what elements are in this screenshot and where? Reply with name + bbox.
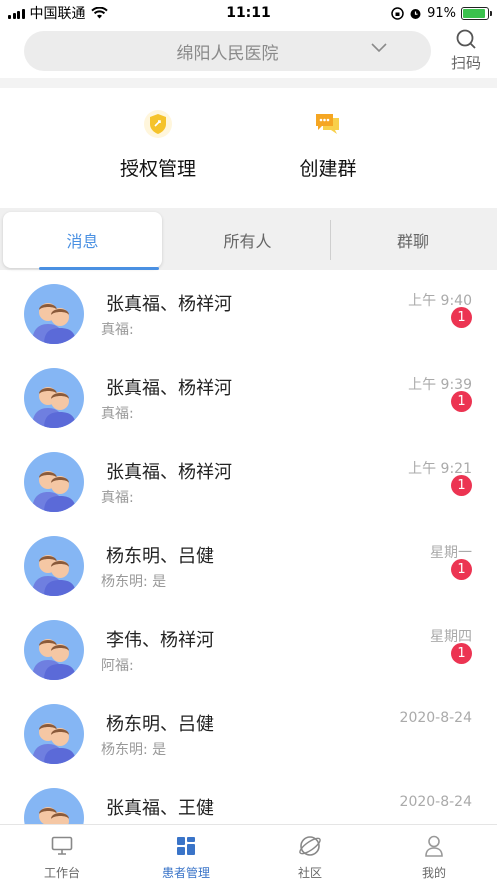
tab-all-people-label: 所有人 — [223, 232, 272, 251]
status-right: 91% — [391, 5, 492, 21]
nav-workbench-label: 工作台 — [43, 866, 80, 880]
unread-badge: 1 — [451, 475, 472, 496]
create-group-label: 创建群 — [299, 158, 357, 180]
carrier-label: 中国联通 — [29, 6, 86, 22]
conversation-row[interactable]: 张真福、杨祥河 真福: 上午 9:40 1 — [0, 272, 497, 356]
conversation-name: 李伟、杨祥河 — [106, 630, 214, 651]
avatar — [24, 452, 84, 512]
status-left: 中国联通 — [8, 3, 108, 23]
status-bar: 中国联通 11:11 91% — [0, 0, 497, 26]
scan-search-icon — [456, 29, 476, 49]
nav-mine[interactable]: 我的 — [384, 833, 484, 881]
conversation-name: 杨东明、吕健 — [106, 546, 214, 567]
avatar — [24, 284, 84, 344]
conversation-preview: 杨东明: 是 — [101, 742, 167, 758]
active-tab-indicator — [39, 267, 159, 270]
create-group-button[interactable]: 创建群 — [268, 108, 388, 181]
tab-group-chat-label: 群聊 — [396, 232, 429, 251]
conversation-time: 2020-8-24 — [399, 794, 472, 810]
tab-messages[interactable]: 消息 — [3, 212, 162, 268]
tab-all-people[interactable]: 所有人 — [165, 212, 330, 268]
auth-management-button[interactable]: 授权管理 — [98, 108, 218, 181]
tab-group-chat[interactable]: 群聊 — [331, 212, 495, 268]
battery-fill — [463, 8, 485, 18]
hospital-name: 绵阳人民医院 — [176, 43, 279, 64]
header: 绵阳人民医院 扫码 — [0, 28, 497, 78]
conversation-row[interactable]: 张真福、王健 2020-8-24 — [0, 776, 497, 824]
unread-badge: 1 — [451, 391, 472, 412]
conversation-list: 张真福、杨祥河 真福: 上午 9:40 1 张真福、杨祥河 真福: 上午 9:39 1 张真福、… — [0, 272, 497, 824]
unread-badge: 1 — [451, 643, 472, 664]
lock-rotation-icon — [391, 6, 404, 20]
alarm-icon — [410, 8, 421, 19]
conversation-preview: 真福: — [101, 406, 134, 422]
nav-patient-management[interactable]: 患者管理 — [136, 833, 236, 881]
nav-community-label: 社区 — [297, 866, 322, 880]
monitor-icon — [49, 833, 75, 859]
nav-community[interactable]: 社区 — [260, 833, 360, 881]
avatar — [24, 788, 84, 824]
bottom-nav: 工作台 患者管理 社区 我的 — [0, 824, 497, 883]
tab-bar: 消息 所有人 群聊 — [0, 208, 497, 270]
conversation-name: 杨东明、吕健 — [106, 714, 214, 735]
conversation-row[interactable]: 张真福、杨祥河 真福: 上午 9:21 1 — [0, 440, 497, 524]
hospital-select[interactable]: 绵阳人民医院 — [24, 31, 431, 71]
unread-badge: 1 — [451, 559, 472, 580]
conversation-name: 张真福、杨祥河 — [106, 378, 232, 399]
shield-icon — [142, 108, 174, 140]
conversation-name: 张真福、王健 — [106, 798, 214, 819]
section-divider — [0, 78, 497, 88]
wifi-icon — [90, 7, 108, 19]
conversation-row[interactable]: 李伟、杨祥河 阿福: 星期四 1 — [0, 608, 497, 692]
battery-percent: 91% — [427, 5, 456, 21]
conversation-row[interactable]: 张真福、杨祥河 真福: 上午 9:39 1 — [0, 356, 497, 440]
nav-mine-label: 我的 — [421, 866, 446, 880]
scan-button[interactable]: 扫码 — [447, 28, 485, 74]
chat-bubbles-icon — [312, 108, 344, 140]
avatar — [24, 536, 84, 596]
conversation-time: 2020-8-24 — [399, 710, 472, 726]
unread-badge: 1 — [451, 307, 472, 328]
conversation-name: 张真福、杨祥河 — [106, 462, 232, 483]
auth-management-label: 授权管理 — [119, 158, 196, 180]
planet-icon — [297, 833, 323, 859]
conversation-row[interactable]: 杨东明、吕健 杨东明: 是星期一 1 — [0, 524, 497, 608]
scan-label: 扫码 — [450, 54, 481, 72]
avatar — [24, 620, 84, 680]
nav-patient-management-label: 患者管理 — [161, 866, 210, 880]
quick-actions: 授权管理 创建群 — [0, 88, 497, 198]
person-icon — [421, 833, 447, 859]
conversation-name: 张真福、杨祥河 — [106, 294, 232, 315]
avatar — [24, 368, 84, 428]
conversation-preview: 阿福: — [101, 658, 134, 674]
conversation-row[interactable]: 杨东明、吕健杨东明: 是 2020-8-24 — [0, 692, 497, 776]
tab-messages-label: 消息 — [66, 232, 99, 251]
conversation-preview: 杨东明: 是 — [101, 574, 167, 590]
nav-workbench[interactable]: 工作台 — [12, 833, 112, 881]
battery-icon — [461, 6, 492, 20]
chevron-down-icon — [371, 43, 387, 53]
grid-icon — [173, 833, 199, 859]
avatar — [24, 704, 84, 764]
conversation-preview: 真福: — [101, 490, 134, 506]
conversation-preview: 真福: — [101, 322, 134, 338]
signal-icon — [8, 8, 25, 19]
